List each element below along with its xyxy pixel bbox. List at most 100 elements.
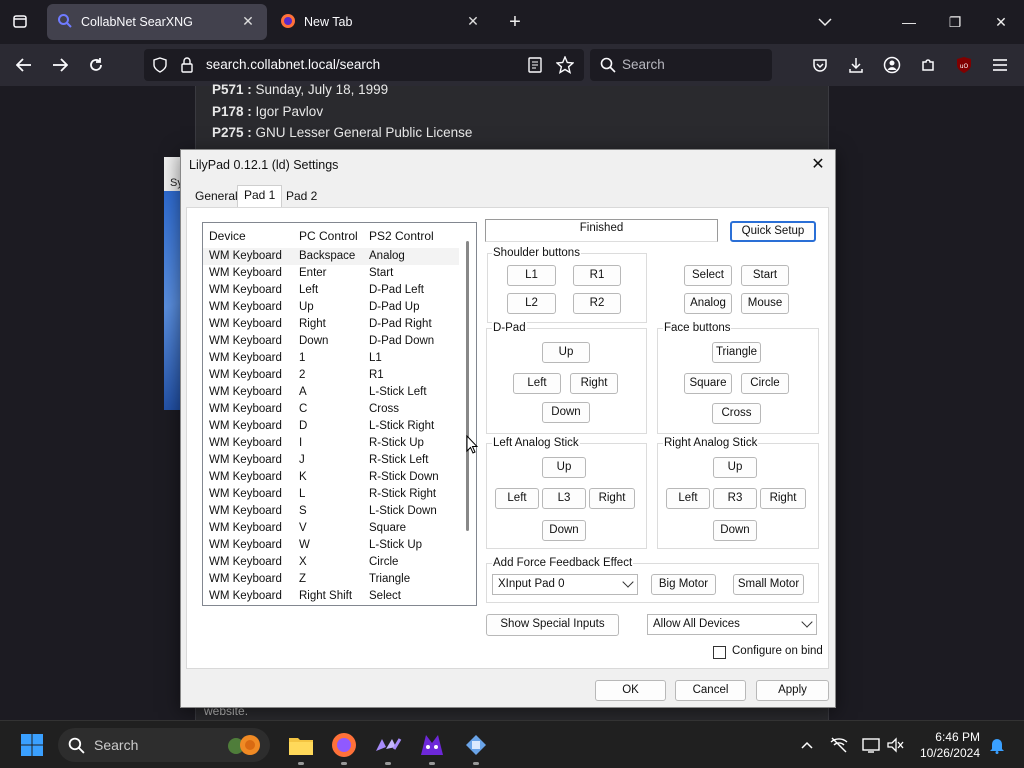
binding-row[interactable]: WM Keyboard V Square	[203, 520, 461, 537]
downloads-icon[interactable]	[842, 52, 870, 78]
list-all-tabs-icon[interactable]	[810, 8, 840, 36]
binding-row[interactable]: WM Keyboard W L-Stick Up	[203, 537, 461, 554]
menu-icon[interactable]	[986, 52, 1014, 78]
binding-row[interactable]: WM Keyboard Left D-Pad Left	[203, 282, 461, 299]
url-bar[interactable]: search.collabnet.local/search	[144, 49, 584, 81]
left-stick-down-button[interactable]: Down	[542, 520, 586, 541]
firefox-icon[interactable]	[329, 730, 359, 760]
analog-button[interactable]: Analog	[684, 293, 732, 314]
mouse-button[interactable]: Mouse	[741, 293, 789, 314]
right-stick-down-button[interactable]: Down	[713, 520, 757, 541]
taskbar-search[interactable]: Search	[58, 728, 270, 762]
select-button[interactable]: Select	[684, 265, 732, 286]
tab-pad-1[interactable]: Pad 1	[237, 185, 283, 208]
force-feedback-device-select[interactable]: XInput Pad 0	[492, 574, 638, 595]
binding-row[interactable]: WM Keyboard Right Shift Select	[203, 588, 461, 605]
binding-row[interactable]: WM Keyboard D L-Stick Right	[203, 418, 461, 435]
minimize-icon[interactable]: —	[894, 8, 924, 36]
taskbar-clock[interactable]: 6:46 PM 10/26/2024	[912, 729, 980, 761]
column-header[interactable]: Device	[209, 229, 246, 243]
binding-row[interactable]: WM Keyboard A L-Stick Left	[203, 384, 461, 401]
list-scrollbar[interactable]	[459, 223, 476, 605]
start-button[interactable]: Start	[741, 265, 789, 286]
r1-button[interactable]: R1	[573, 265, 621, 286]
reload-icon[interactable]	[82, 52, 110, 78]
pocket-icon[interactable]	[806, 52, 834, 78]
forward-icon[interactable]	[46, 52, 74, 78]
column-header[interactable]: PC Control	[299, 229, 358, 243]
search-bar[interactable]: Search	[590, 49, 772, 81]
binding-row[interactable]: WM Keyboard Backspace Analog	[203, 248, 461, 265]
lilypad-icon[interactable]	[461, 730, 491, 760]
extensions-icon[interactable]	[914, 52, 942, 78]
ublock-origin-icon[interactable]: uO	[950, 52, 978, 78]
ok-button[interactable]: OK	[595, 680, 666, 701]
binding-row[interactable]: WM Keyboard 1 L1	[203, 350, 461, 367]
l2-button[interactable]: L2	[507, 293, 556, 314]
show-special-inputs-button[interactable]: Show Special Inputs	[486, 614, 619, 636]
binding-row[interactable]: WM Keyboard K R-Stick Down	[203, 469, 461, 486]
network-disconnected-icon[interactable]	[824, 730, 854, 760]
lock-icon[interactable]	[180, 57, 194, 76]
cancel-button[interactable]: Cancel	[675, 680, 746, 701]
device-filter-select[interactable]: Allow All Devices	[647, 614, 817, 635]
circle-button[interactable]: Circle	[741, 373, 789, 394]
close-tab-icon[interactable]: ✕	[464, 12, 482, 30]
volume-muted-icon[interactable]	[880, 730, 910, 760]
right-stick-right-button[interactable]: Right	[760, 488, 806, 509]
tab-collabnet-searxng[interactable]: CollabNet SearXNG ✕	[47, 4, 267, 40]
binding-row[interactable]: WM Keyboard Down D-Pad Down	[203, 333, 461, 350]
left-stick-left-button[interactable]: Left	[495, 488, 539, 509]
dpad-left-button[interactable]: Left	[513, 373, 561, 394]
quick-setup-button[interactable]: Quick Setup	[730, 221, 816, 242]
square-button[interactable]: Square	[684, 373, 732, 394]
reader-view-icon[interactable]	[528, 57, 542, 76]
binding-row[interactable]: WM Keyboard C Cross	[203, 401, 461, 418]
binding-row[interactable]: WM Keyboard 2 R1	[203, 367, 461, 384]
left-stick-right-button[interactable]: Right	[589, 488, 635, 509]
apply-button[interactable]: Apply	[756, 680, 829, 701]
close-dialog-icon[interactable]: ✕	[807, 154, 829, 176]
binding-row[interactable]: WM Keyboard X Circle	[203, 554, 461, 571]
r3-button[interactable]: R3	[713, 488, 757, 509]
pcsx2-icon[interactable]	[417, 730, 447, 760]
right-stick-left-button[interactable]: Left	[666, 488, 710, 509]
binding-row[interactable]: WM Keyboard S L-Stick Down	[203, 503, 461, 520]
show-hidden-icons-icon[interactable]	[792, 730, 822, 760]
left-stick-up-button[interactable]: Up	[542, 457, 586, 478]
configure-on-bind-checkbox[interactable]	[713, 646, 726, 659]
file-explorer-icon[interactable]	[286, 730, 316, 760]
binding-list[interactable]: Device PC Control PS2 Control WM Keyboard Ba…	[202, 222, 477, 606]
tab-list-icon[interactable]	[6, 8, 34, 34]
binding-row[interactable]: WM Keyboard Right D-Pad Right	[203, 316, 461, 333]
binding-row[interactable]: WM Keyboard I R-Stick Up	[203, 435, 461, 452]
binding-row[interactable]: WM Keyboard J R-Stick Left	[203, 452, 461, 469]
triangle-button[interactable]: Triangle	[712, 342, 761, 363]
tab-pad-2[interactable]: Pad 2	[280, 187, 323, 207]
big-motor-button[interactable]: Big Motor	[651, 574, 716, 595]
new-tab-icon[interactable]: +	[500, 8, 530, 36]
dpad-down-button[interactable]: Down	[542, 402, 590, 423]
scrollbar-thumb[interactable]	[466, 241, 469, 531]
cross-button[interactable]: Cross	[712, 403, 761, 424]
l1-button[interactable]: L1	[507, 265, 556, 286]
tab-general[interactable]: General	[189, 187, 244, 207]
binding-row[interactable]: WM Keyboard Z Triangle	[203, 571, 461, 588]
start-icon[interactable]	[17, 730, 47, 760]
tab-new-tab[interactable]: New Tab ✕	[272, 4, 492, 40]
account-icon[interactable]	[878, 52, 906, 78]
small-motor-button[interactable]: Small Motor	[733, 574, 804, 595]
back-icon[interactable]	[10, 52, 38, 78]
close-tab-icon[interactable]: ✕	[239, 12, 257, 30]
l3-button[interactable]: L3	[542, 488, 586, 509]
app-icon-purple[interactable]	[373, 730, 403, 760]
column-header[interactable]: PS2 Control	[369, 229, 434, 243]
binding-row[interactable]: WM Keyboard Up D-Pad Up	[203, 299, 461, 316]
dpad-right-button[interactable]: Right	[570, 373, 618, 394]
binding-row[interactable]: WM Keyboard Enter Start	[203, 265, 461, 282]
bookmark-star-icon[interactable]	[555, 55, 575, 77]
right-stick-up-button[interactable]: Up	[713, 457, 757, 478]
r2-button[interactable]: R2	[573, 293, 621, 314]
restore-icon[interactable]: ❐	[940, 8, 970, 36]
close-window-icon[interactable]: ✕	[986, 8, 1016, 36]
